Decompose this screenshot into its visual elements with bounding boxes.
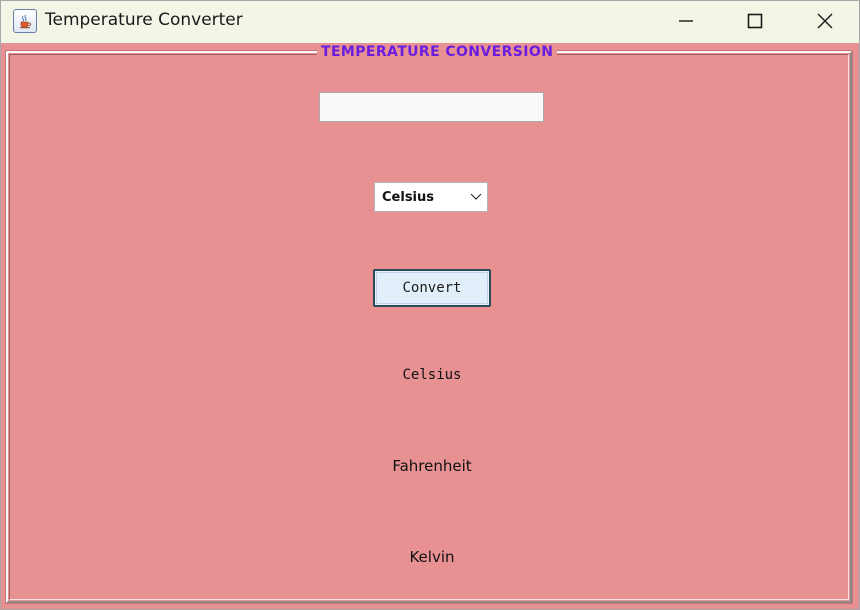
minimize-button[interactable]: [652, 1, 720, 41]
title-bar[interactable]: Temperature Converter: [1, 1, 859, 43]
kelvin-result-label: Kelvin: [409, 548, 455, 566]
minimize-icon: [679, 20, 693, 22]
maximize-icon: [747, 13, 763, 29]
unit-dropdown-value: Celsius: [382, 190, 434, 205]
close-button[interactable]: [791, 1, 859, 41]
celsius-result-label: Celsius: [402, 367, 462, 383]
close-icon: [817, 13, 833, 29]
window-title: Temperature Converter: [45, 10, 243, 30]
convert-button[interactable]: Convert: [373, 269, 491, 307]
maximize-button[interactable]: [721, 1, 789, 41]
group-title: TEMPERATURE CONVERSION: [317, 44, 558, 60]
fahrenheit-result-label: Fahrenheit: [392, 457, 472, 475]
content-pane: TEMPERATURE CONVERSION Celsius Convert C…: [1, 43, 859, 609]
temperature-input[interactable]: [319, 92, 544, 122]
conversion-group-box: [5, 50, 853, 604]
app-window: Temperature Converter TEMPERATURE CONVER…: [0, 0, 860, 610]
java-cup-icon: [13, 9, 37, 33]
chevron-down-icon: [470, 193, 482, 200]
unit-dropdown[interactable]: Celsius: [374, 182, 488, 212]
